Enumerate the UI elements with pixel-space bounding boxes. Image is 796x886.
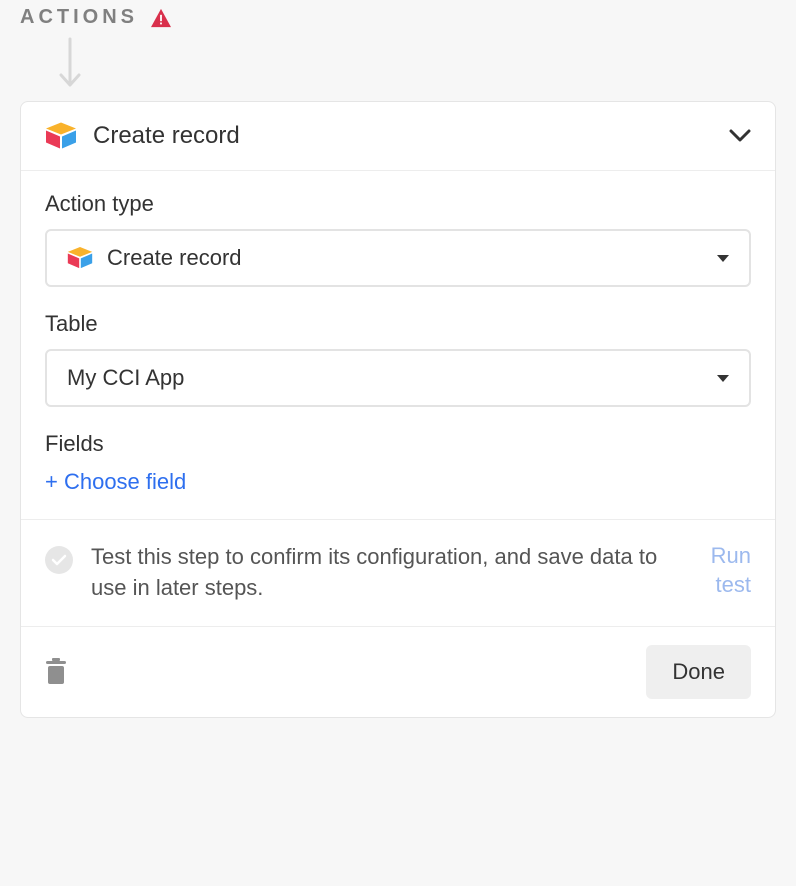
action-type-label: Action type	[45, 191, 751, 217]
caret-down-icon	[717, 375, 729, 382]
table-value: My CCI App	[67, 365, 703, 391]
table-label: Table	[45, 311, 751, 337]
warning-icon	[150, 8, 172, 28]
airtable-icon	[45, 122, 77, 150]
card-header[interactable]: Create record	[21, 102, 775, 171]
actions-label: ACTIONS	[20, 6, 138, 29]
delete-button[interactable]	[45, 658, 67, 686]
footer-section: Done	[21, 627, 775, 717]
actions-header: ACTIONS	[20, 0, 776, 29]
fields-label: Fields	[45, 431, 751, 457]
table-select[interactable]: My CCI App	[45, 349, 751, 407]
chevron-down-icon	[729, 129, 751, 143]
airtable-icon	[67, 247, 93, 269]
action-type-select[interactable]: Create record	[45, 229, 751, 287]
caret-down-icon	[717, 255, 729, 262]
card-title: Create record	[93, 122, 713, 150]
done-button[interactable]: Done	[646, 645, 751, 699]
fields-group: Fields + Choose field	[45, 431, 751, 495]
run-test-button[interactable]: Run test	[691, 542, 751, 599]
test-section: Test this step to confirm its configurat…	[21, 520, 775, 627]
action-type-group: Action type Create record	[45, 191, 751, 287]
check-circle-icon	[45, 546, 73, 574]
config-section: Action type Create record Table My CCI A…	[21, 171, 775, 520]
action-card: Create record Action type Create record	[20, 101, 776, 718]
choose-field-button[interactable]: + Choose field	[45, 469, 751, 495]
table-group: Table My CCI App	[45, 311, 751, 407]
flow-arrow-icon	[56, 37, 776, 93]
test-description: Test this step to confirm its configurat…	[91, 542, 673, 604]
action-type-value: Create record	[107, 245, 703, 271]
